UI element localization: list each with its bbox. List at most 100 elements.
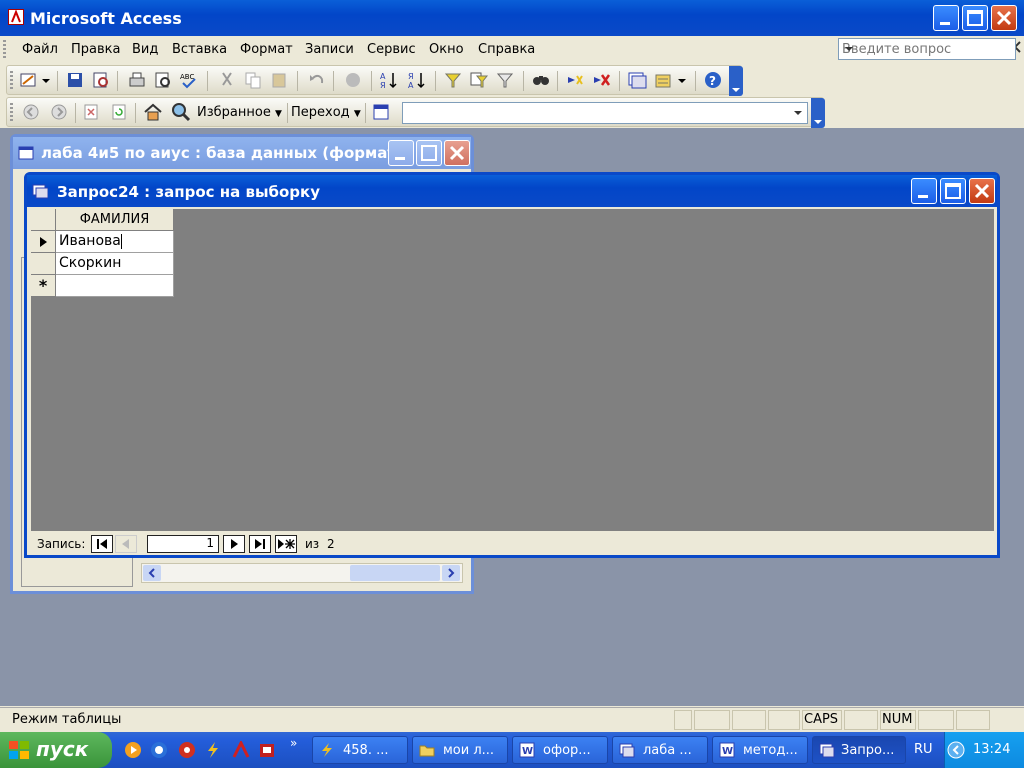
search-file-icon[interactable] bbox=[91, 70, 111, 90]
task-label: мои л... bbox=[443, 743, 495, 758]
query-window[interactable]: Запрос24 : запрос на выборку ФАМИЛИЯ Ива… bbox=[24, 172, 1000, 558]
close-button[interactable] bbox=[444, 140, 470, 166]
next-record-button[interactable] bbox=[223, 535, 245, 553]
winamp-icon[interactable] bbox=[204, 741, 222, 759]
tray-expand-icon[interactable] bbox=[947, 741, 965, 759]
new-object-icon[interactable] bbox=[653, 70, 673, 90]
database-window-icon[interactable] bbox=[627, 70, 647, 90]
query-window-title: Запрос24 : запрос на выборку bbox=[57, 183, 320, 201]
refresh-icon[interactable] bbox=[109, 102, 129, 122]
new-record-nav-button[interactable] bbox=[275, 535, 297, 553]
save-icon[interactable] bbox=[65, 70, 85, 90]
cut-icon[interactable] bbox=[217, 70, 237, 90]
apply-filter-icon[interactable] bbox=[495, 70, 515, 90]
menu-insert[interactable]: Вставка bbox=[172, 42, 227, 57]
minimize-button[interactable] bbox=[911, 178, 937, 204]
table-cell[interactable]: Иванова bbox=[56, 231, 174, 253]
last-record-button[interactable] bbox=[249, 535, 271, 553]
show-only-web-toolbar-icon[interactable] bbox=[371, 102, 391, 122]
select-all-corner[interactable] bbox=[31, 209, 56, 231]
forward-icon[interactable] bbox=[49, 102, 69, 122]
toolbar-options-icon[interactable] bbox=[729, 66, 743, 96]
filter-by-selection-icon[interactable] bbox=[443, 70, 463, 90]
menu-format[interactable]: Формат bbox=[240, 42, 293, 57]
current-record-field[interactable]: 1 bbox=[147, 535, 219, 553]
chevron-down-icon[interactable] bbox=[41, 70, 51, 90]
print-preview-icon[interactable] bbox=[153, 70, 173, 90]
help-icon[interactable]: ? bbox=[703, 70, 723, 90]
table-cell[interactable]: Скоркин bbox=[56, 253, 174, 275]
toolbar-grip bbox=[10, 103, 13, 123]
media-player-icon[interactable] bbox=[124, 741, 142, 759]
horizontal-scrollbar[interactable] bbox=[141, 563, 463, 583]
taskbar-task[interactable]: мои л... bbox=[412, 736, 508, 764]
browser-icon[interactable] bbox=[150, 741, 168, 759]
delete-record-icon[interactable] bbox=[591, 70, 611, 90]
minimize-button[interactable] bbox=[933, 5, 959, 31]
menu-view[interactable]: Вид bbox=[132, 42, 158, 57]
winamp-icon bbox=[319, 742, 335, 758]
svg-text:Я: Я bbox=[380, 81, 386, 90]
stop-icon[interactable] bbox=[81, 102, 101, 122]
taskbar-task[interactable]: W офор... bbox=[512, 736, 608, 764]
scroll-thumb[interactable] bbox=[350, 565, 440, 581]
favorites-menu[interactable]: Избранное ▼ bbox=[197, 105, 282, 120]
taskbar-task-active[interactable]: Запро... bbox=[812, 736, 906, 764]
menu-window[interactable]: Окно bbox=[429, 42, 464, 57]
new-record-icon[interactable] bbox=[565, 70, 585, 90]
undo-icon[interactable] bbox=[307, 70, 327, 90]
close-button[interactable] bbox=[969, 178, 995, 204]
menu-edit[interactable]: Правка bbox=[71, 42, 120, 57]
spelling-icon[interactable]: ABC bbox=[179, 70, 199, 90]
office-links-icon[interactable] bbox=[343, 70, 363, 90]
text-cursor bbox=[120, 233, 122, 249]
help-search-box[interactable]: Введите вопрос bbox=[838, 38, 1016, 60]
language-indicator[interactable]: RU bbox=[914, 742, 933, 757]
search-web-icon[interactable] bbox=[171, 102, 191, 122]
menu-tools[interactable]: Сервис bbox=[367, 42, 416, 57]
minimize-button[interactable] bbox=[388, 140, 414, 166]
column-header[interactable]: ФАМИЛИЯ bbox=[56, 209, 174, 231]
address-combo[interactable] bbox=[402, 102, 808, 124]
row-selector-current[interactable] bbox=[31, 231, 56, 253]
first-record-button[interactable] bbox=[91, 535, 113, 553]
menu-file[interactable]: Файл bbox=[22, 42, 58, 57]
tool-icon[interactable] bbox=[258, 741, 276, 759]
close-button[interactable] bbox=[991, 5, 1017, 31]
home-icon[interactable] bbox=[143, 102, 163, 122]
toolbar-options-icon[interactable] bbox=[811, 98, 825, 128]
copy-icon[interactable] bbox=[243, 70, 263, 90]
taskbar-task[interactable]: лаба ... bbox=[612, 736, 708, 764]
row-selector-new[interactable]: * bbox=[31, 275, 56, 297]
sort-ascending-icon[interactable]: AЯ bbox=[379, 70, 399, 90]
chevron-right-icon[interactable]: » bbox=[290, 736, 297, 750]
filter-by-form-icon[interactable] bbox=[469, 70, 489, 90]
chevron-down-icon[interactable] bbox=[677, 70, 687, 90]
find-icon[interactable] bbox=[531, 70, 551, 90]
start-button[interactable]: пуск bbox=[0, 732, 112, 768]
taskbar-task[interactable]: 458. ... bbox=[312, 736, 408, 764]
print-icon[interactable] bbox=[127, 70, 147, 90]
menu-records[interactable]: Записи bbox=[305, 42, 354, 57]
sort-descending-icon[interactable]: ЯA bbox=[407, 70, 427, 90]
separator bbox=[619, 71, 620, 91]
prev-record-button[interactable] bbox=[115, 535, 137, 553]
menu-help[interactable]: Справка bbox=[478, 42, 535, 57]
separator bbox=[365, 103, 366, 123]
goto-menu[interactable]: Переход ▼ bbox=[291, 105, 361, 120]
scroll-right-icon[interactable] bbox=[442, 565, 460, 581]
maximize-button[interactable] bbox=[416, 140, 442, 166]
maximize-button[interactable] bbox=[940, 178, 966, 204]
app-launcher-icon[interactable] bbox=[178, 741, 196, 759]
acrobat-icon[interactable] bbox=[232, 739, 250, 759]
back-icon[interactable] bbox=[21, 102, 41, 122]
table-cell-new[interactable] bbox=[56, 275, 174, 297]
maximize-button[interactable] bbox=[962, 5, 988, 31]
scroll-left-icon[interactable] bbox=[143, 565, 161, 581]
taskbar-task[interactable]: W метод... bbox=[712, 736, 808, 764]
view-mode-icon[interactable] bbox=[19, 70, 39, 90]
paste-icon[interactable] bbox=[269, 70, 289, 90]
chevron-down-icon[interactable] bbox=[842, 41, 856, 57]
row-selector[interactable] bbox=[31, 253, 56, 275]
chevron-down-icon[interactable] bbox=[791, 105, 805, 121]
